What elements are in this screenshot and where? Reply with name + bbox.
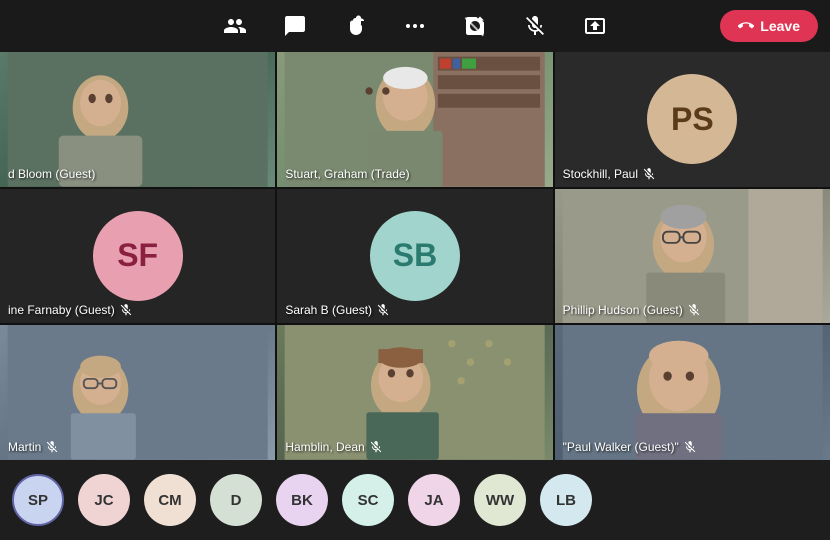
stockhill-label: Stockhill, Paul bbox=[563, 167, 656, 181]
people-icon[interactable] bbox=[217, 8, 253, 44]
bottom-avatar-sc[interactable]: SC bbox=[342, 474, 394, 526]
leave-label: Leave bbox=[760, 18, 800, 34]
leave-button[interactable]: Leave bbox=[720, 10, 818, 42]
bottom-avatar-bk[interactable]: BK bbox=[276, 474, 328, 526]
farnaby-avatar: SF bbox=[93, 211, 183, 301]
video-cell-bloom: d Bloom (Guest) bbox=[0, 52, 275, 187]
graham-label: Stuart, Graham (Trade) bbox=[285, 167, 409, 181]
bottom-avatar-jc[interactable]: JC bbox=[78, 474, 130, 526]
martin-mic-icon bbox=[45, 440, 59, 454]
phillip-mic-icon bbox=[687, 303, 701, 317]
video-cell-phillip: Phillip Hudson (Guest) bbox=[555, 189, 830, 324]
mic-off-icon[interactable] bbox=[517, 8, 553, 44]
phillip-label: Phillip Hudson (Guest) bbox=[563, 303, 701, 317]
video-grid: d Bloom (Guest) bbox=[0, 52, 830, 460]
sarahb-avatar: SB bbox=[370, 211, 460, 301]
more-options-icon[interactable] bbox=[397, 8, 433, 44]
paulwalker-mic-icon bbox=[683, 440, 697, 454]
hamblin-label: Hamblin, Dean bbox=[285, 440, 382, 454]
raise-hand-icon[interactable] bbox=[337, 8, 373, 44]
sarahb-label: Sarah B (Guest) bbox=[285, 303, 390, 317]
sarahb-mic-icon bbox=[376, 303, 390, 317]
video-cell-stockhill: PS Stockhill, Paul bbox=[555, 52, 830, 187]
bottom-avatar-d[interactable]: D bbox=[210, 474, 262, 526]
farnaby-label: ine Farnaby (Guest) bbox=[8, 303, 133, 317]
chat-icon[interactable] bbox=[277, 8, 313, 44]
paulwalker-label: "Paul Walker (Guest)" bbox=[563, 440, 697, 454]
share-screen-icon[interactable] bbox=[577, 8, 613, 44]
bottom-avatar-sp[interactable]: SP bbox=[12, 474, 64, 526]
farnaby-mic-icon bbox=[119, 303, 133, 317]
video-cell-hamblin: Hamblin, Dean bbox=[277, 325, 552, 460]
video-cell-farnaby: SF ine Farnaby (Guest) bbox=[0, 189, 275, 324]
mic-muted-icon bbox=[642, 167, 656, 181]
stockhill-avatar: PS bbox=[647, 74, 737, 164]
camera-off-icon[interactable] bbox=[457, 8, 493, 44]
video-cell-graham: Stuart, Graham (Trade) bbox=[277, 52, 552, 187]
bloom-label: d Bloom (Guest) bbox=[8, 167, 95, 181]
video-cell-sarahb: SB Sarah B (Guest) bbox=[277, 189, 552, 324]
bottom-avatar-cm[interactable]: CM bbox=[144, 474, 196, 526]
video-cell-martin: Martin bbox=[0, 325, 275, 460]
participants-bar: SP JC CM D BK SC JA WW LB bbox=[0, 460, 830, 540]
video-cell-paulwalker: "Paul Walker (Guest)" bbox=[555, 325, 830, 460]
phone-icon bbox=[738, 18, 754, 34]
bottom-avatar-lb[interactable]: LB bbox=[540, 474, 592, 526]
hamblin-mic-icon bbox=[369, 440, 383, 454]
bottom-avatar-ja[interactable]: JA bbox=[408, 474, 460, 526]
bottom-avatar-ww[interactable]: WW bbox=[474, 474, 526, 526]
toolbar: Leave bbox=[0, 0, 830, 52]
martin-label: Martin bbox=[8, 440, 59, 454]
